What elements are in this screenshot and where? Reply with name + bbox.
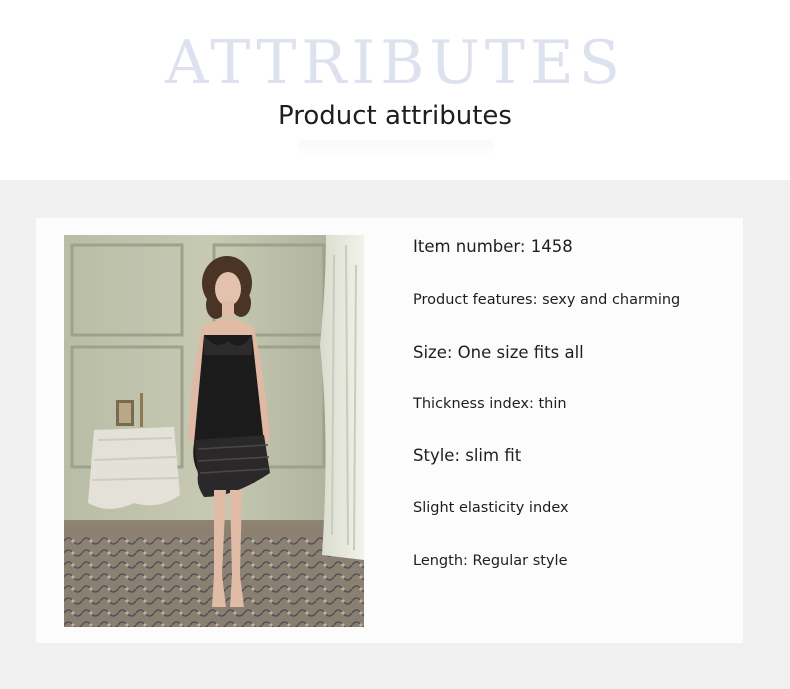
attribute-size: Size: One size fits all [413, 343, 584, 362]
attribute-item-number: Item number: 1458 [413, 237, 573, 256]
product-photo [64, 235, 364, 627]
attribute-thickness: Thickness index: thin [413, 396, 567, 412]
attribute-product-features: Product features: sexy and charming [413, 292, 681, 308]
header: ATTRIBUTES Product attributes [0, 0, 790, 180]
attribute-elasticity: Slight elasticity index [413, 500, 569, 516]
attributes-card: Item number: 1458 Product features: sexy… [36, 218, 743, 643]
title-underglow [298, 140, 494, 160]
attribute-style: Style: slim fit [413, 446, 522, 465]
page-title: Product attributes [278, 101, 512, 131]
attribute-length: Length: Regular style [413, 553, 568, 569]
watermark-text: ATTRIBUTES [165, 28, 625, 98]
